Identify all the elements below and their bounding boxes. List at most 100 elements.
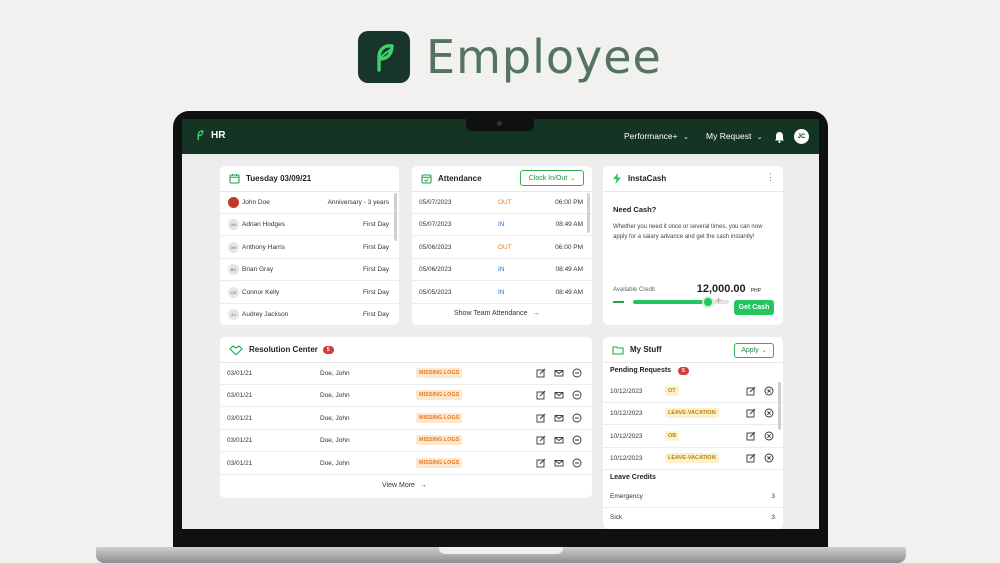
app-home-link[interactable]: HR <box>194 129 225 141</box>
avatar <box>228 197 239 208</box>
camera-notch <box>466 117 534 131</box>
button-label: Apply <box>741 347 759 354</box>
leave-count: 3 <box>771 514 775 521</box>
mail-icon[interactable] <box>554 368 565 379</box>
plus-icon[interactable]: + <box>715 294 722 306</box>
chevron-down-icon: ⌄ <box>570 175 576 182</box>
edit-icon[interactable] <box>746 431 757 442</box>
view-more-link[interactable]: View More → <box>382 482 427 489</box>
currency-label: PHP <box>750 288 761 294</box>
resolution-date: 03/01/21 <box>227 459 253 467</box>
instacash-heading: Need Cash? <box>613 205 657 214</box>
list-item[interactable]: CK Connor Kelly First Day <box>220 282 399 304</box>
list-item: 10/12/2023 OB <box>603 426 783 448</box>
attendance-type: IN <box>498 266 505 274</box>
list-item: Sick 3 <box>603 507 783 529</box>
request-type-badge: LEAVE-VACATION <box>665 453 719 464</box>
close-circle-icon[interactable] <box>764 386 775 397</box>
my-stuff-card: My Stuff Apply ⌄ Pending Requests 5 10/1… <box>603 337 783 529</box>
bell-icon[interactable] <box>774 130 785 148</box>
minus-circle-icon[interactable] <box>572 458 583 469</box>
event-label: First Day <box>363 243 389 251</box>
arrow-right-icon: → <box>532 310 540 317</box>
mail-icon[interactable] <box>554 458 565 469</box>
today-card: Tuesday 03/09/21 John Doe Anniversary - 3… <box>220 166 399 325</box>
resolution-name: Doe, John <box>320 459 350 467</box>
edit-icon[interactable] <box>536 390 547 401</box>
close-circle-icon[interactable] <box>764 408 775 419</box>
attendance-date: 05/06/2023 <box>419 266 452 274</box>
edit-icon[interactable] <box>536 435 547 446</box>
card-header: Resolution Center 5 <box>220 337 592 363</box>
minus-circle-icon[interactable] <box>572 390 583 401</box>
show-team-attendance-link[interactable]: Show Team Attendance → <box>454 310 539 317</box>
status-badge: MISSING LOGS <box>416 435 463 446</box>
resolution-date: 03/01/21 <box>227 437 253 445</box>
app-name: HR <box>211 129 226 141</box>
attendance-type: IN <box>498 288 505 296</box>
card-header: InstaCash <box>603 166 783 192</box>
arrow-right-icon: → <box>419 482 427 489</box>
edit-icon[interactable] <box>746 408 757 419</box>
card-header: Tuesday 03/09/21 <box>220 166 399 192</box>
edit-icon[interactable] <box>746 386 757 397</box>
mail-icon[interactable] <box>554 390 565 401</box>
minus-circle-icon[interactable] <box>572 413 583 424</box>
attendance-type: OUT <box>498 243 512 251</box>
chevron-down-icon: ⌄ <box>683 134 689 141</box>
request-type-badge: OT <box>665 386 679 396</box>
table-row: 05/06/2023 IN 08:49 AM <box>412 259 592 282</box>
scrollbar[interactable] <box>394 193 397 241</box>
list-item[interactable]: John Doe Anniversary - 3 years <box>220 192 399 214</box>
list-item[interactable]: AH Adrian Hodges First Day <box>220 214 399 237</box>
attendance-time: 08:49 AM <box>555 288 583 296</box>
clock-in-out-button[interactable]: Clock In/Out ⌄ <box>520 170 584 186</box>
person-name: Adrian Hodges <box>242 221 285 229</box>
scrollbar[interactable] <box>778 382 781 430</box>
request-date: 10/12/2023 <box>610 455 643 463</box>
list-item: 10/12/2023 OT <box>603 381 783 403</box>
my-stuff-title: My Stuff <box>630 345 662 354</box>
resolution-center-card: Resolution Center 5 03/01/21 Doe, John MIS… <box>220 337 592 498</box>
apply-button[interactable]: Apply ⌄ <box>734 343 774 358</box>
avatar[interactable]: JC <box>794 129 809 144</box>
request-date: 10/12/2023 <box>610 432 643 440</box>
mail-icon[interactable] <box>554 413 565 424</box>
nav-menu-performance[interactable]: Performance+ ⌄ <box>624 131 689 141</box>
table-row: 03/01/21 Doe, John MISSING LOGS <box>220 453 592 475</box>
minus-circle-icon[interactable] <box>572 368 583 379</box>
nav-menu-my-request[interactable]: My Request ⌄ <box>706 131 763 141</box>
list-item[interactable]: AJ Audrey Jackson First Day <box>220 304 399 325</box>
mail-icon[interactable] <box>554 435 565 446</box>
more-vertical-icon[interactable]: ⋮ <box>766 173 775 182</box>
chevron-down-icon: ⌄ <box>756 134 763 141</box>
edit-icon[interactable] <box>536 413 547 424</box>
person-name: Connor Kelly <box>242 288 280 296</box>
edit-icon[interactable] <box>746 453 757 464</box>
edit-icon[interactable] <box>536 458 547 469</box>
chevron-down-icon: ⌄ <box>761 348 767 354</box>
avatar: AH <box>228 219 239 231</box>
leave-name: Emergency <box>610 493 643 500</box>
list-item: 10/12/2023 LEAVE-VACATION <box>603 403 783 426</box>
list-item[interactable]: AH Anthony Harris First Day <box>220 237 399 259</box>
list-item: Emergency 3 <box>603 486 783 508</box>
table-row: 05/07/2023 OUT 06:00 PM <box>412 192 592 214</box>
close-circle-icon[interactable] <box>764 431 775 442</box>
scrollbar[interactable] <box>587 193 590 233</box>
leave-count: 3 <box>771 493 775 500</box>
event-label: First Day <box>363 288 389 296</box>
status-badge: MISSING LOGS <box>416 457 463 468</box>
minus-icon[interactable] <box>613 301 624 303</box>
list-item[interactable]: BG Brian Gray First Day <box>220 259 399 282</box>
link-label: Show Team Attendance <box>454 310 528 317</box>
person-name: Brian Gray <box>242 266 274 274</box>
edit-icon[interactable] <box>536 368 547 379</box>
get-cash-button[interactable]: Get Cash <box>734 300 774 315</box>
close-circle-icon[interactable] <box>764 453 775 464</box>
table-row: 03/01/21 Doe, John MISSING LOGS <box>220 408 592 430</box>
slider-handle[interactable] <box>701 296 714 308</box>
minus-circle-icon[interactable] <box>572 435 583 446</box>
link-label: View More <box>382 482 415 489</box>
request-type-badge: LEAVE-VACATION <box>665 408 719 419</box>
